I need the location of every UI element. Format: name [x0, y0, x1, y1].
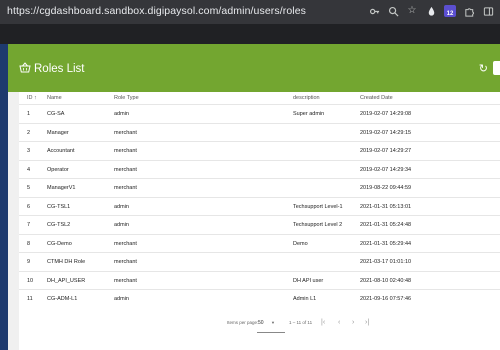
sort-arrow-icon: ↑: [34, 95, 37, 101]
cell-id: 4: [27, 166, 31, 173]
cell-id: 11: [27, 296, 33, 302]
cell-role-type: admin: [114, 296, 129, 302]
basket-icon: [19, 62, 31, 73]
chevron-down-icon[interactable]: ▼: [271, 320, 275, 325]
page-size-select[interactable]: 50: [258, 320, 264, 326]
cell-role-type: admin: [114, 111, 129, 117]
first-page-icon[interactable]: |‹: [321, 319, 325, 326]
cell-created-date: 2019-02-07 14:29:34: [360, 166, 412, 173]
cell-id: 2: [27, 129, 31, 136]
cell-id: 3: [27, 148, 31, 154]
page-title: Roles List: [34, 63, 85, 75]
range-label: 1 – 11 of 11: [289, 320, 313, 325]
cell-role-type: admin: [114, 222, 129, 228]
column-header-id[interactable]: ID ↑: [27, 95, 37, 101]
table-row[interactable]: [19, 270, 500, 290]
table-row[interactable]: [19, 252, 500, 271]
cell-role-type: merchant: [114, 166, 137, 173]
cell-role-type: admin: [114, 203, 129, 210]
refresh-icon[interactable]: ↻: [479, 62, 488, 75]
column-header-name[interactable]: Name: [47, 95, 62, 101]
cell-created-date: 2021-01-31 05:29:44: [360, 240, 412, 247]
page-header: Roles List ↻: [8, 44, 500, 92]
column-header-description[interactable]: description: [293, 95, 320, 101]
column-header-created-date[interactable]: Created Date: [360, 95, 393, 101]
browser-toolbar: https://cgdashboard.sandbox.digipaysol.c…: [0, 0, 500, 24]
cell-description: Techsupport Level-1: [293, 203, 343, 210]
cell-created-date: 2019-08-22 09:44:59: [360, 185, 412, 191]
table-row[interactable]: [19, 215, 500, 234]
cell-role-type: merchant: [114, 277, 137, 284]
column-header-role-type[interactable]: Role Type: [114, 95, 139, 101]
cell-role-type: merchant: [114, 185, 137, 191]
table-row[interactable]: [19, 104, 500, 123]
items-per-page-label: Items per page:: [227, 320, 259, 325]
cell-role-type: merchant: [114, 129, 137, 136]
cell-name: CG-SA: [47, 111, 65, 117]
cell-name: ManagerV1: [47, 185, 76, 191]
cell-id: 5: [27, 185, 31, 191]
previous-page-icon[interactable]: ‹: [338, 319, 340, 326]
table-row[interactable]: [19, 289, 500, 308]
key-icon[interactable]: [368, 5, 380, 17]
cell-id: 1: [27, 111, 31, 117]
cell-description: Demo: [293, 240, 308, 247]
cell-description: Techsupport Level 2: [293, 222, 343, 228]
cell-id: 9: [27, 259, 31, 265]
roles-page: Roles List ↻ ID ↑ Name Role Type descrip…: [8, 44, 500, 350]
cell-role-type: merchant: [114, 148, 137, 154]
cell-created-date: 2019-02-07 14:29:08: [360, 111, 412, 117]
sidepanel-icon[interactable]: [482, 5, 494, 17]
cell-name: CG-Demo: [47, 240, 72, 247]
cell-name: Manager: [47, 129, 69, 136]
tab-strip-gap: [0, 24, 500, 44]
sidebar-rail: [0, 44, 8, 350]
cell-created-date: 2019-02-07 14:29:27: [360, 148, 412, 154]
cell-id: 10: [27, 277, 34, 284]
table-row[interactable]: [19, 233, 500, 253]
table-row[interactable]: [19, 159, 500, 179]
star-icon[interactable]: ☆: [406, 5, 418, 17]
cell-created-date: 2021-03-17 01:01:10: [360, 259, 412, 265]
cell-created-date: 2021-08-10 02:40:48: [360, 277, 412, 284]
extension-badge-icon[interactable]: 12: [444, 5, 456, 17]
last-page-icon[interactable]: ›|: [365, 319, 369, 326]
table-row[interactable]: [19, 141, 500, 160]
table-row[interactable]: [19, 196, 500, 216]
cell-name: CG-ADM-L1: [47, 296, 78, 302]
cell-name: Accountant: [47, 148, 75, 154]
cell-name: DH_API_USER: [47, 277, 86, 284]
zoom-icon[interactable]: [387, 5, 399, 17]
cell-id: 7: [27, 222, 31, 228]
cell-created-date: 2021-01-31 05:13:01: [360, 203, 412, 210]
cell-id: 6: [27, 203, 31, 210]
cell-description: Admin L1: [293, 296, 317, 302]
cell-created-date: 2021-09-16 07:57:46: [360, 296, 412, 302]
cell-name: CG-TSL2: [47, 222, 71, 228]
add-role-button[interactable]: [493, 61, 500, 75]
address-bar[interactable]: https://cgdashboard.sandbox.digipaysol.c…: [7, 5, 306, 17]
puzzle-icon[interactable]: [463, 5, 475, 17]
cell-name: CTMH DH Role: [47, 259, 86, 265]
table-row[interactable]: [19, 178, 500, 197]
cell-role-type: merchant: [114, 259, 137, 265]
cell-id: 8: [27, 240, 31, 247]
cell-created-date: 2019-02-07 14:29:15: [360, 129, 412, 136]
cell-description: DH API user: [293, 277, 324, 284]
cell-name: CG-TSL1: [47, 203, 71, 210]
cell-created-date: 2021-01-31 05:24:48: [360, 222, 412, 228]
table-row[interactable]: [19, 122, 500, 142]
drop-icon[interactable]: [425, 5, 437, 17]
browser-icons: ☆ 12: [368, 5, 494, 17]
cell-role-type: merchant: [114, 240, 137, 247]
next-page-icon[interactable]: ›: [352, 319, 354, 326]
cell-description: Super admin: [293, 111, 325, 117]
page-size-underline: [257, 332, 285, 333]
cell-name: Operator: [47, 166, 69, 173]
